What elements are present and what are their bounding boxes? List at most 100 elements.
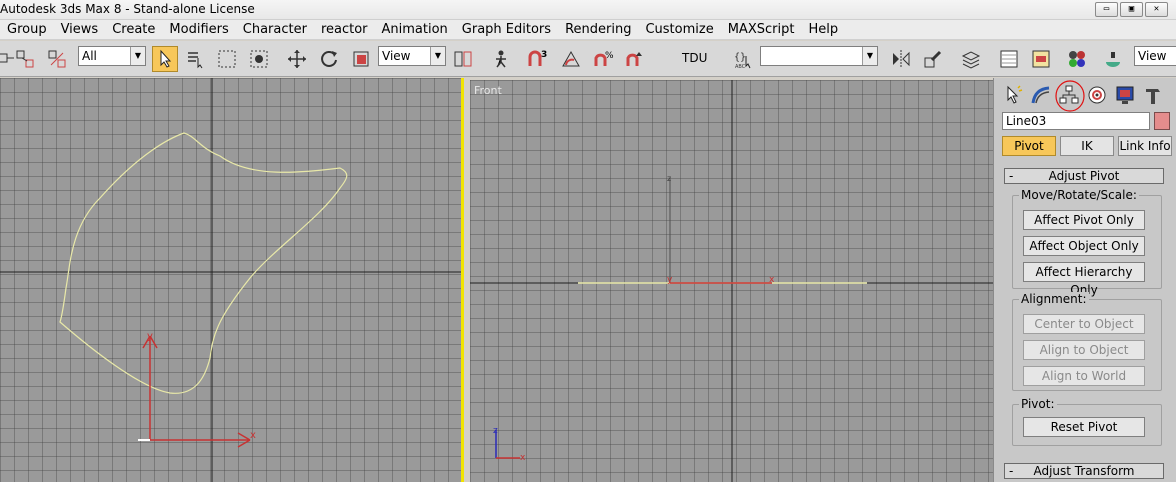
scale-icon[interactable] [348, 46, 374, 72]
menu-reactor[interactable]: reactor [314, 22, 375, 37]
adjust-pivot-title: Adjust Pivot [1048, 169, 1120, 183]
pivot-z-label: z [667, 174, 671, 183]
create-tab-icon[interactable] [1000, 82, 1026, 108]
select-and-link-icon[interactable] [12, 46, 38, 72]
adjust-transform-rollout-header[interactable]: - Adjust Transform [1004, 463, 1164, 479]
viewport-front-canvas: z y x z x [470, 80, 993, 482]
reset-pivot-button[interactable]: Reset Pivot [1023, 417, 1145, 437]
mirror-icon[interactable] [888, 46, 914, 72]
select-by-name-icon[interactable] [182, 46, 208, 72]
rectangular-selection-icon[interactable] [214, 46, 240, 72]
menu-modifiers[interactable]: Modifiers [162, 22, 235, 37]
render-type-dropdown[interactable]: View [1134, 46, 1176, 66]
pivot-y-label: y [667, 275, 673, 285]
menu-rendering[interactable]: Rendering [558, 22, 638, 37]
alignment-label: Alignment: [1019, 292, 1089, 306]
pivot-label: Pivot: [1019, 397, 1057, 411]
material-editor-icon[interactable] [1064, 46, 1090, 72]
edit-named-selections-icon[interactable]: {} ABC [730, 46, 756, 72]
menu-create[interactable]: Create [105, 22, 162, 37]
move-icon[interactable] [284, 46, 310, 72]
selection-filter-value: All [82, 49, 97, 63]
object-name-field[interactable]: Line03 [1002, 112, 1150, 130]
move-rotate-scale-label: Move/Rotate/Scale: [1019, 188, 1139, 202]
hierarchy-mode-buttons: Pivot IK Link Info [1002, 136, 1172, 156]
utilities-tab-icon[interactable] [1140, 82, 1166, 108]
chevron-down-icon: ▼ [430, 47, 445, 65]
collapse-icon: - [1009, 464, 1014, 478]
command-panel: Line03 Pivot IK Link Info - Adjust Pivot… [993, 78, 1176, 482]
named-selection-dropdown[interactable]: ▼ [760, 46, 878, 66]
selection-filter-dropdown[interactable]: All ▼ [78, 46, 146, 66]
chevron-down-icon: ▼ [130, 47, 145, 65]
angle-snap-icon[interactable] [558, 46, 584, 72]
pivot-group: Pivot: Reset Pivot [1012, 397, 1162, 446]
rotate-icon[interactable] [316, 46, 342, 72]
restore-button[interactable]: ▣ [1120, 2, 1143, 17]
pivot-mode-button[interactable]: Pivot [1002, 136, 1056, 156]
select-object-icon[interactable] [152, 46, 178, 72]
align-icon[interactable] [920, 46, 946, 72]
align-to-world-button[interactable]: Align to World [1023, 366, 1145, 386]
curve-editor-icon[interactable] [996, 46, 1022, 72]
main-toolbar: All ▼ View ▼ 3 % TDU {} ABC ▼ View [0, 41, 1176, 77]
schematic-view-icon[interactable] [1028, 46, 1054, 72]
menu-customize[interactable]: Customize [638, 22, 720, 37]
menu-bar: Group Views Create Modifiers Character r… [0, 20, 1176, 40]
chevron-down-icon: ▼ [862, 47, 877, 65]
unlink-selection-icon[interactable] [44, 46, 70, 72]
adjust-pivot-rollout-header[interactable]: - Adjust Pivot [1004, 168, 1164, 184]
move-rotate-scale-group: Move/Rotate/Scale: Affect Pivot Only Aff… [1012, 188, 1162, 297]
render-type-value: View [1138, 49, 1167, 63]
menu-group[interactable]: Group [0, 22, 54, 37]
link-info-mode-button[interactable]: Link Info [1118, 136, 1172, 156]
object-color-swatch[interactable] [1154, 112, 1170, 130]
pivot-x-label: x [769, 275, 775, 285]
adjust-transform-title: Adjust Transform [1033, 464, 1135, 478]
gizmo-y-label: y [147, 331, 153, 342]
viewport-left-canvas: y x [0, 78, 461, 482]
align-to-object-button[interactable]: Align to Object [1023, 340, 1145, 360]
world-x-label: x [520, 453, 526, 463]
tdu-label[interactable]: TDU [682, 51, 707, 65]
pivot-center-icon[interactable] [450, 46, 476, 72]
ik-mode-button[interactable]: IK [1060, 136, 1114, 156]
gizmo-x-label: x [250, 430, 256, 441]
display-tab-icon[interactable] [1112, 82, 1138, 108]
reference-coordinate-dropdown[interactable]: View ▼ [378, 46, 446, 66]
alignment-group: Alignment: Center to Object Align to Obj… [1012, 292, 1162, 391]
snap-toggle-icon[interactable]: 3 [524, 46, 550, 72]
svg-text:3: 3 [541, 50, 547, 60]
menu-views[interactable]: Views [54, 22, 106, 37]
world-z-label: z [493, 426, 498, 436]
window-title: Autodesk 3ds Max 8 - Stand-alone License [0, 2, 255, 16]
center-to-object-button[interactable]: Center to Object [1023, 314, 1145, 334]
active-viewport-border [461, 78, 470, 482]
window-crossing-icon[interactable] [246, 46, 272, 72]
svg-text:{}: {} [734, 52, 746, 63]
menu-graph-editors[interactable]: Graph Editors [455, 22, 558, 37]
affect-hierarchy-only-button[interactable]: Affect Hierarchy Only [1023, 262, 1145, 297]
window-controls: ▭ ▣ ✕ [1095, 2, 1168, 17]
close-button[interactable]: ✕ [1145, 2, 1168, 17]
svg-text:ABC: ABC [735, 64, 746, 70]
viewport-front[interactable]: Front z y x z x [470, 80, 993, 482]
annotation-circle-icon [1055, 80, 1085, 112]
spinner-snap-icon[interactable] [622, 46, 648, 72]
menu-help[interactable]: Help [801, 22, 845, 37]
affect-object-only-button[interactable]: Affect Object Only [1023, 236, 1145, 256]
svg-text:%: % [605, 51, 614, 61]
affect-pivot-only-button[interactable]: Affect Pivot Only [1023, 210, 1145, 230]
collapse-icon: - [1009, 169, 1014, 183]
spline-shape[interactable] [59, 132, 348, 394]
manipulate-icon[interactable] [488, 46, 514, 72]
minimize-button[interactable]: ▭ [1095, 2, 1118, 17]
percent-snap-icon[interactable]: % [590, 46, 616, 72]
viewport-left[interactable]: y x [0, 78, 461, 482]
render-scene-icon[interactable] [1100, 46, 1126, 72]
menu-character[interactable]: Character [236, 22, 314, 37]
menu-animation[interactable]: Animation [375, 22, 455, 37]
layer-manager-icon[interactable] [958, 46, 984, 72]
object-name-value: Line03 [1006, 114, 1047, 128]
menu-maxscript[interactable]: MAXScript [721, 22, 802, 37]
